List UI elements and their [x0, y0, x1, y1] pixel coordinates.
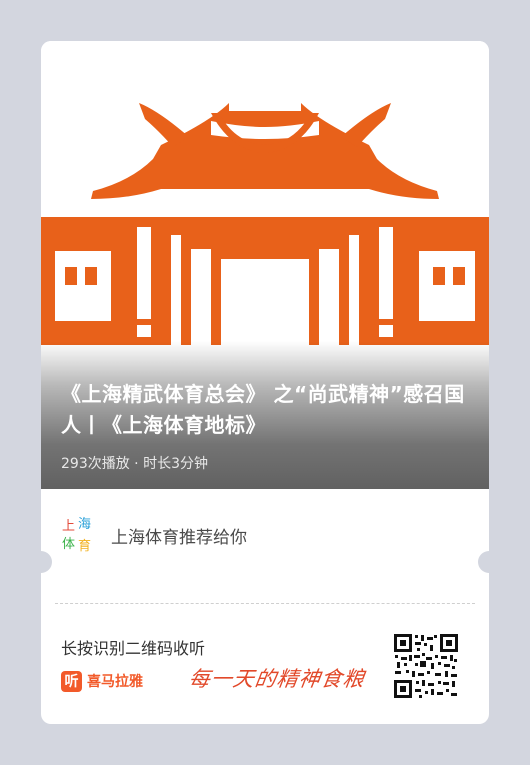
ximalaya-brand: 听 喜马拉雅 [61, 668, 143, 694]
episode-meta: 293次播放 · 时长3分钟 [61, 456, 208, 472]
episode-title: 《上海精武体育总会》 之“尚武精神”感召国人丨《上海体育地标》 [61, 382, 465, 437]
share-card: 《上海精武体育总会》 之“尚武精神”感召国人丨《上海体育地标》 293次播放 ·… [41, 41, 489, 724]
svg-text:海: 海 [78, 517, 91, 532]
brand-name: 喜马拉雅 [87, 674, 143, 690]
brand-slogan: 每一天的精神食粮 [187, 667, 367, 691]
ticket-notch-right [478, 551, 500, 573]
shanghai-sports-logo-icon: 上 海 体 育 [62, 517, 91, 554]
dashed-divider [55, 603, 475, 604]
ximalaya-logo-icon: 听 [61, 670, 82, 692]
cover-image[interactable]: 《上海精武体育总会》 之“尚武精神”感召国人丨《上海体育地标》 293次播放 ·… [41, 41, 489, 489]
scan-qr-label: 长按识别二维码收听 [61, 639, 206, 658]
svg-text:上: 上 [62, 519, 75, 534]
recommender-row [41, 489, 489, 603]
qr-code-icon[interactable] [393, 633, 459, 699]
svg-text:体: 体 [62, 537, 75, 552]
ticket-notch-left [30, 551, 52, 573]
svg-text:育: 育 [78, 538, 91, 554]
recommender-text: 上海体育推荐给你 [111, 528, 247, 548]
